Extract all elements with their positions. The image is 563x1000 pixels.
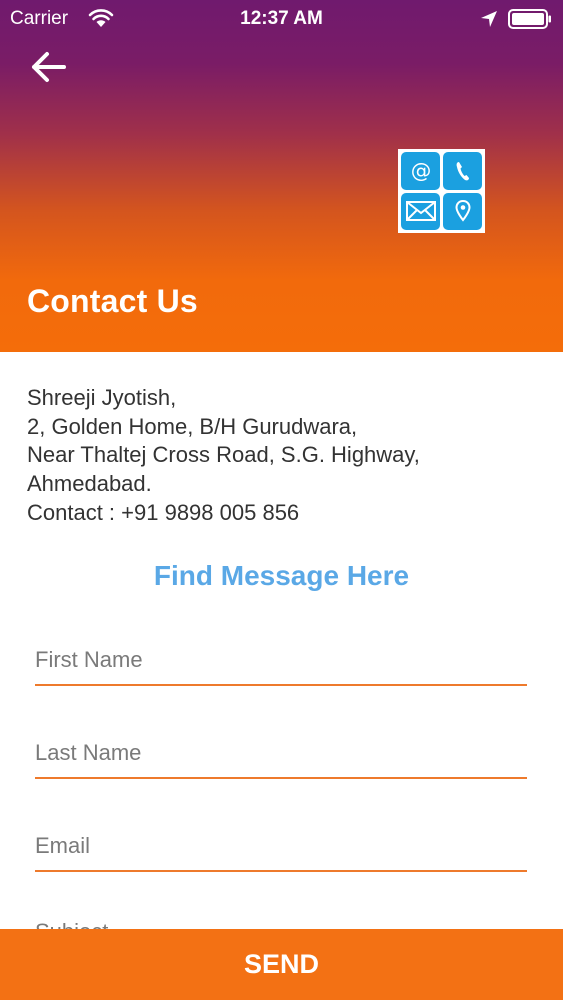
svg-text:@: @	[410, 158, 431, 182]
envelope-icon	[401, 192, 440, 230]
map-pin-icon	[443, 192, 482, 230]
address-block: Shreeji Jyotish, 2, Golden Home, B/H Gur…	[27, 384, 547, 528]
status-bar: Carrier 12:37 AM	[0, 0, 563, 40]
first-name-input[interactable]	[35, 636, 527, 684]
send-button[interactable]: SEND	[0, 929, 563, 1000]
email-input[interactable]	[35, 822, 527, 870]
last-name-field-container	[35, 729, 527, 779]
first-name-field-container	[35, 636, 527, 686]
email-field-container	[35, 822, 527, 872]
header-banner: Carrier 12:37 AM @ Contact Us	[0, 0, 563, 352]
address-line: 2, Golden Home, B/H Gurudwara,	[27, 413, 358, 439]
phone-icon	[443, 152, 482, 190]
back-button[interactable]	[28, 48, 70, 86]
battery-icon	[508, 9, 551, 29]
address-line: Shreeji Jyotish,	[27, 385, 177, 410]
contact-phone: Contact : +91 9898 005 856	[27, 499, 300, 525]
page-title: Contact Us	[27, 283, 198, 319]
form-heading: Find Message Here	[153, 560, 410, 591]
at-sign-icon: @	[401, 152, 440, 190]
last-name-input[interactable]	[35, 729, 527, 777]
address-line: Ahmedabad.	[27, 471, 152, 497]
back-arrow-icon	[32, 52, 66, 82]
contact-logo: @	[398, 149, 485, 233]
location-arrow-icon	[481, 11, 497, 27]
address-line: Near Thaltej Cross Road, S.G. Highway,	[27, 442, 420, 468]
